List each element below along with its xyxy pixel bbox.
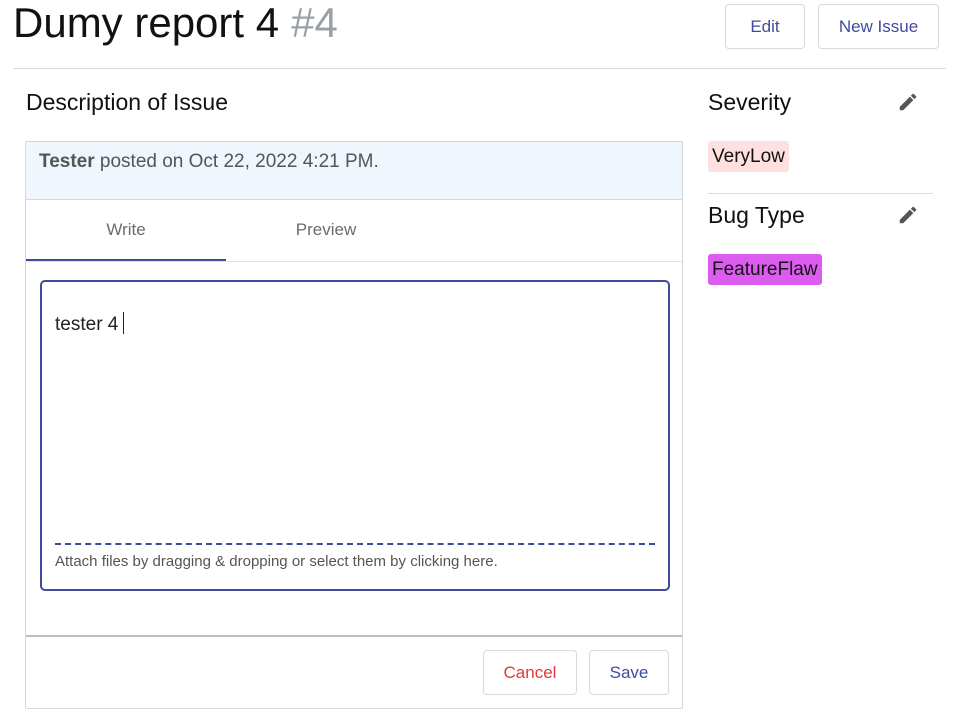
- edit-severity-pencil-icon[interactable]: [897, 91, 919, 113]
- issue-number: #4: [291, 0, 338, 46]
- cancel-button[interactable]: Cancel: [483, 650, 577, 695]
- tab-preview[interactable]: Preview: [226, 200, 426, 260]
- comment-header: Tester posted on Oct 22, 2022 4:21 PM.: [26, 142, 682, 200]
- edit-button[interactable]: Edit: [725, 4, 805, 49]
- description-section-title: Description of Issue: [26, 89, 228, 115]
- severity-title: Severity: [708, 89, 792, 115]
- new-issue-button[interactable]: New Issue: [818, 4, 939, 49]
- comment-card: Tester posted on Oct 22, 2022 4:21 PM. W…: [25, 141, 683, 709]
- issue-title: Dumy report 4: [13, 0, 280, 46]
- editor-tabs: Write Preview: [26, 200, 682, 262]
- attach-divider: [55, 543, 655, 545]
- comment-author: Tester: [39, 151, 95, 172]
- attach-files-hint[interactable]: Attach files by dragging & dropping or s…: [55, 553, 498, 570]
- sidebar-divider: [708, 193, 933, 194]
- comment-posted-date: posted on Oct 22, 2022 4:21 PM.: [99, 151, 379, 172]
- tab-write[interactable]: Write: [26, 200, 226, 261]
- bug-type-badge: FeatureFlaw: [708, 254, 822, 285]
- severity-badge: VeryLow: [708, 141, 789, 172]
- description-textarea[interactable]: tester 4 Attach files by dragging & drop…: [40, 280, 670, 591]
- save-button[interactable]: Save: [589, 650, 669, 695]
- editor-value: tester 4: [55, 314, 119, 335]
- editor-content[interactable]: tester 4: [55, 312, 125, 336]
- edit-bug-type-pencil-icon[interactable]: [897, 204, 919, 226]
- footer-divider: [26, 635, 682, 637]
- bug-type-title: Bug Type: [708, 202, 805, 228]
- page-title: Dumy report 4 #4: [13, 0, 338, 46]
- header-divider: [13, 68, 946, 69]
- text-caret: [123, 312, 125, 334]
